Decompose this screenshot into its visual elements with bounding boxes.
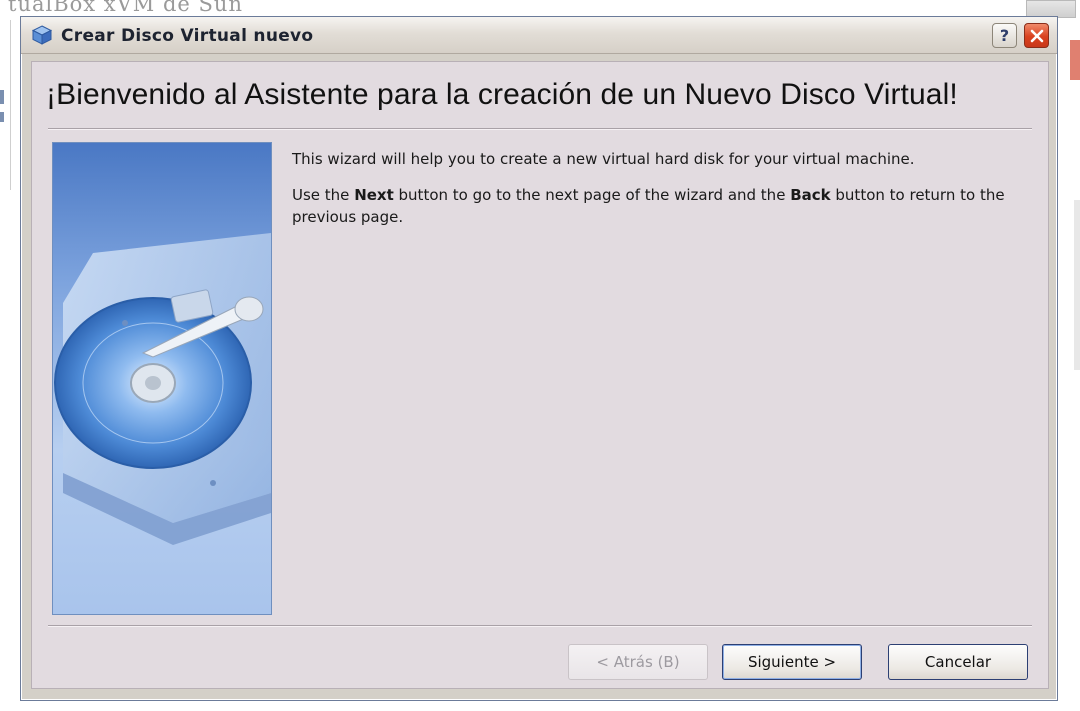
background-window-sidebar (0, 20, 11, 190)
text-segment: button to go to the next page of the wiz… (393, 186, 791, 204)
description-paragraph-1: This wizard will help you to create a ne… (292, 150, 915, 168)
wizard-description: This wizard will help you to create a ne… (292, 148, 1022, 242)
close-button[interactable] (1024, 23, 1049, 48)
description-paragraph-2: Use the Next button to go to the next pa… (292, 184, 1022, 228)
next-keyword: Next (354, 186, 394, 204)
heading-divider (48, 128, 1032, 130)
page-heading: ¡Bienvenido al Asistente para la creació… (46, 78, 958, 111)
virtualbox-cube-icon (31, 24, 53, 46)
close-icon (1030, 29, 1043, 42)
background-marker (0, 112, 4, 122)
help-icon: ? (999, 26, 1010, 45)
wizard-dialog: Crear Disco Virtual nuevo ? ¡Bienvenido … (20, 16, 1058, 701)
help-button[interactable]: ? (992, 23, 1017, 48)
back-button[interactable]: < Atrás (B) (568, 644, 708, 680)
background-marker (0, 90, 4, 104)
wizard-page: ¡Bienvenido al Asistente para la creació… (31, 61, 1049, 689)
dialog-title: Crear Disco Virtual nuevo (61, 26, 314, 46)
next-button[interactable]: Siguiente > (722, 644, 862, 680)
buttons-divider (48, 625, 1032, 627)
dialog-titlebar[interactable]: Crear Disco Virtual nuevo ? (21, 17, 1057, 54)
background-window-scroll (1074, 200, 1080, 370)
background-window-title: tualBox xVM de Sun (8, 0, 243, 16)
cancel-button[interactable]: Cancelar (888, 644, 1028, 680)
text-segment: Use the (292, 186, 355, 204)
background-window-close[interactable] (1070, 40, 1080, 80)
back-keyword: Back (790, 186, 831, 204)
hard-disk-illustration (52, 142, 272, 615)
